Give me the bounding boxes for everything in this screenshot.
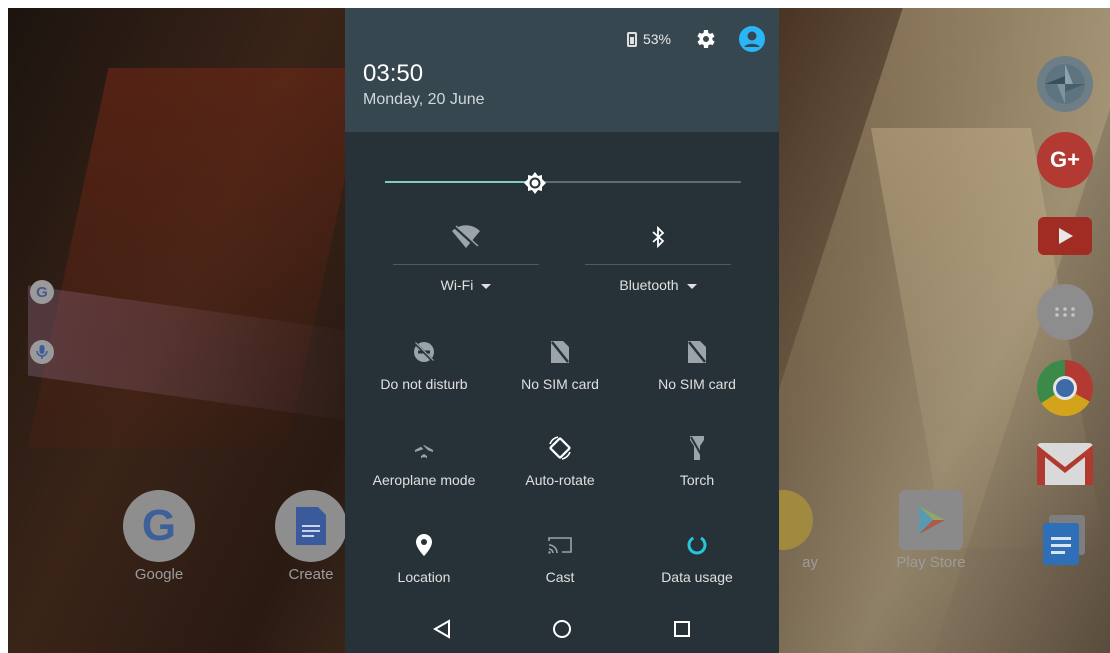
brightness-fill bbox=[385, 181, 535, 183]
google-icon: G bbox=[123, 490, 195, 562]
tile-do-not-disturb[interactable]: Do not disturb bbox=[359, 338, 489, 392]
back-button[interactable] bbox=[422, 609, 462, 649]
torch-icon bbox=[632, 434, 762, 462]
brightness-slider[interactable] bbox=[385, 172, 741, 194]
shade-header: 53% 03:50 Monday, 20 June bbox=[345, 8, 779, 132]
bluetooth-label[interactable]: Bluetooth bbox=[585, 277, 731, 293]
data-usage-icon bbox=[632, 531, 762, 559]
play-store-icon bbox=[899, 490, 963, 550]
navigation-bar bbox=[345, 605, 779, 653]
tile-data-usage[interactable]: Data usage bbox=[632, 531, 762, 585]
chevron-down-icon bbox=[481, 283, 492, 289]
tile-label: No SIM card bbox=[658, 376, 736, 392]
date[interactable]: Monday, 20 June bbox=[363, 91, 485, 109]
status-row: 53% bbox=[626, 26, 765, 52]
wifi-off-icon bbox=[393, 220, 539, 254]
chevron-down-icon bbox=[686, 283, 697, 289]
right-app-column: G+ bbox=[1033, 56, 1097, 588]
gmail-icon[interactable] bbox=[1037, 436, 1093, 492]
tile-torch[interactable]: Torch bbox=[632, 434, 762, 488]
no-sim-icon bbox=[632, 338, 762, 366]
back-icon bbox=[433, 619, 450, 639]
wifi-tile[interactable]: Wi-Fi bbox=[393, 220, 539, 293]
tile-label: Cast bbox=[545, 569, 575, 585]
photos-icon[interactable] bbox=[1037, 56, 1093, 112]
tile-label: Data usage bbox=[661, 569, 733, 585]
microphone-icon[interactable] bbox=[30, 340, 54, 364]
youtube-icon[interactable] bbox=[1037, 208, 1093, 264]
bluetooth-icon bbox=[585, 220, 731, 254]
airplane-icon bbox=[359, 434, 489, 462]
tile-label: Torch bbox=[679, 472, 715, 488]
recents-icon bbox=[674, 621, 690, 637]
tile-auto-rotate[interactable]: Auto-rotate bbox=[495, 434, 625, 488]
tile-no-sim-1[interactable]: No SIM card bbox=[495, 338, 625, 392]
app-google[interactable]: G Google bbox=[114, 490, 204, 583]
tile-label: Do not disturb bbox=[380, 376, 468, 392]
google-plus-icon[interactable]: G+ bbox=[1037, 132, 1093, 188]
google-letter: G bbox=[36, 283, 48, 301]
tile-location[interactable]: Location bbox=[359, 531, 489, 585]
location-icon bbox=[359, 531, 489, 559]
google-search-icon[interactable]: G bbox=[30, 280, 54, 304]
tile-label: Auto-rotate bbox=[525, 472, 595, 488]
cast-icon bbox=[495, 531, 625, 559]
brightness-icon[interactable] bbox=[523, 172, 546, 194]
battery-icon bbox=[626, 31, 637, 47]
docs-icon[interactable] bbox=[1037, 512, 1093, 568]
tile-aeroplane-mode[interactable]: Aeroplane mode bbox=[359, 434, 489, 488]
tile-no-sim-2[interactable]: No SIM card bbox=[632, 338, 762, 392]
home-icon bbox=[553, 620, 571, 638]
tile-cast[interactable]: Cast bbox=[495, 531, 625, 585]
home-button[interactable] bbox=[542, 609, 582, 649]
app-create[interactable]: Create bbox=[266, 490, 356, 583]
user-account-icon[interactable] bbox=[739, 26, 765, 52]
tile-label: Location bbox=[397, 569, 451, 585]
app-label: Google bbox=[134, 566, 184, 583]
clock: 03:50 bbox=[363, 60, 424, 87]
settings-gear-icon[interactable] bbox=[693, 27, 717, 51]
recents-button[interactable] bbox=[662, 609, 702, 649]
app-label: Play Store bbox=[896, 554, 966, 571]
wifi-label[interactable]: Wi-Fi bbox=[393, 277, 539, 293]
battery-percentage: 53% bbox=[642, 31, 671, 47]
app-play-store[interactable]: Play Store bbox=[886, 490, 976, 571]
no-sim-icon bbox=[495, 338, 625, 366]
quick-settings-panel: 53% 03:50 Monday, 20 June Wi-Fi Bluetoot… bbox=[345, 8, 779, 653]
do-not-disturb-icon bbox=[359, 338, 489, 366]
tile-label: No SIM card bbox=[521, 376, 599, 392]
app-label: Create bbox=[288, 566, 334, 583]
docs-create-icon bbox=[275, 490, 347, 562]
chrome-icon[interactable] bbox=[1037, 360, 1093, 416]
bluetooth-tile[interactable]: Bluetooth bbox=[585, 220, 731, 293]
app-drawer-icon[interactable] bbox=[1037, 284, 1093, 340]
auto-rotate-icon bbox=[495, 434, 625, 462]
tile-label: Aeroplane mode bbox=[372, 472, 476, 488]
tile-divider bbox=[393, 264, 539, 265]
tile-divider bbox=[585, 264, 731, 265]
